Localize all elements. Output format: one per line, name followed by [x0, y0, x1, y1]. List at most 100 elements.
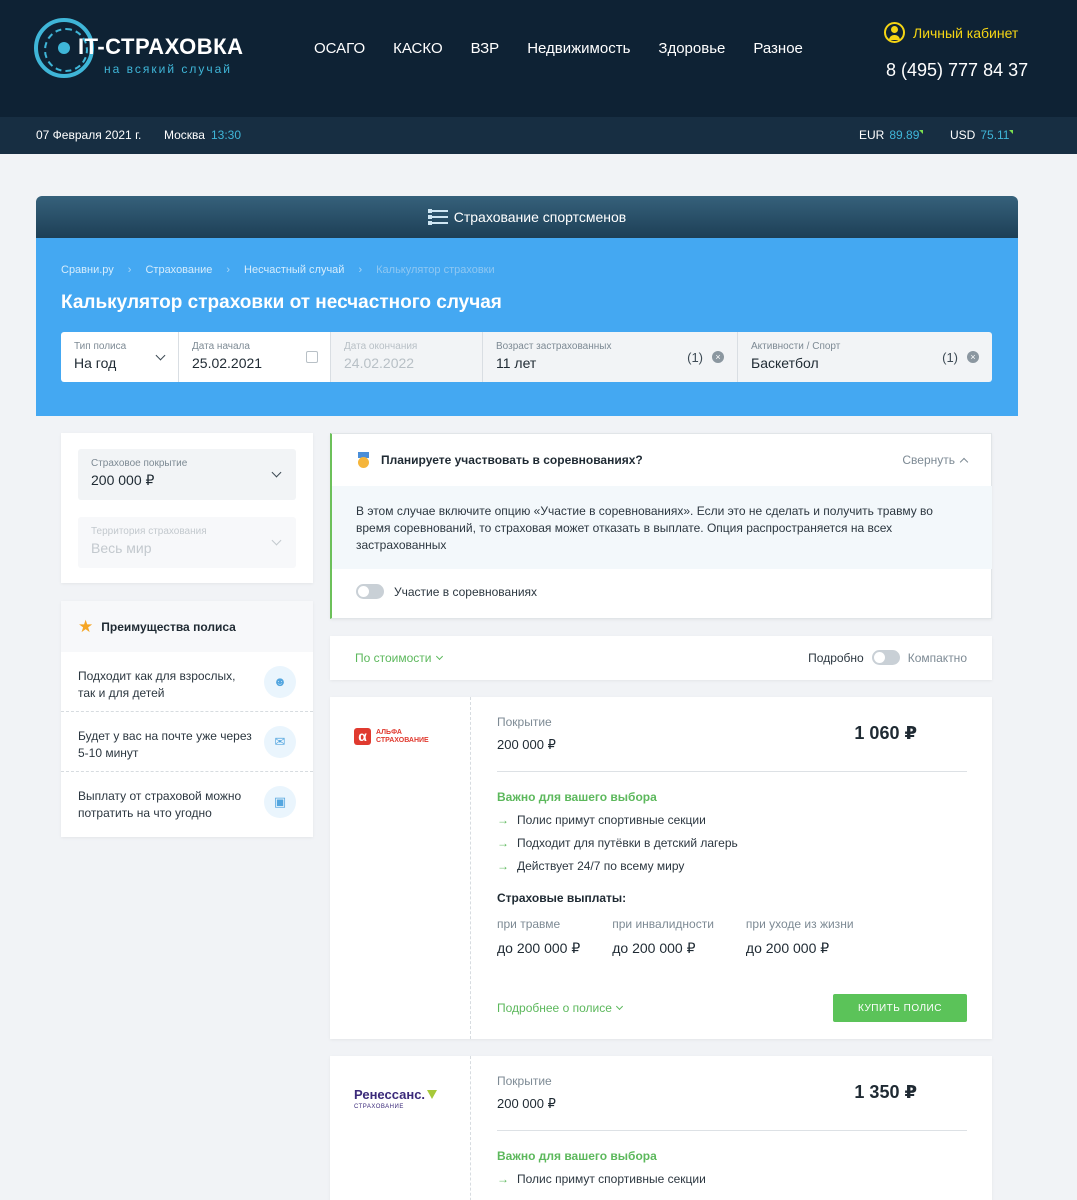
- sort-label: По стоимости: [355, 651, 432, 665]
- competition-description: В этом случае включите опцию «Участие в …: [332, 486, 992, 569]
- feature-text: Полис примут спортивные секции: [517, 1172, 706, 1186]
- divider: [497, 1130, 967, 1131]
- current-time: 13:30: [210, 128, 241, 142]
- sort-bar: По стоимости Подробно Компактно: [330, 636, 992, 680]
- renaissance-logo-icon: [427, 1090, 438, 1099]
- chevron-up-icon: [959, 457, 969, 467]
- policy-type-value: На год: [74, 355, 117, 371]
- advantage-text: Подходит как для взрослых, так и для дет…: [78, 669, 236, 700]
- calculator-hero: Сравни.ру › Страхование › Несчастный слу…: [36, 238, 1018, 416]
- sport-count: (1): [942, 350, 958, 365]
- payout-label: при уходе из жизни: [745, 917, 854, 931]
- phone-number[interactable]: 8 (495) 777 84 37: [886, 60, 1028, 81]
- clear-icon[interactable]: ×: [967, 351, 979, 363]
- age-count: (1): [687, 350, 703, 365]
- advantage-item: Выплату от страховой можно потратить на …: [61, 772, 313, 832]
- policy-type-label: Тип полиса: [74, 341, 127, 352]
- breadcrumb-separator-icon: ›: [127, 264, 132, 276]
- feature-text: Действует 24/7 по всему миру: [517, 859, 685, 873]
- feature-item: → Действует 24/7 по всему миру: [497, 859, 967, 873]
- policy-details-link[interactable]: Подробнее о полисе: [497, 1001, 623, 1015]
- payouts-title: Страховые выплаты:: [497, 891, 627, 905]
- nav-item-other[interactable]: Разное: [753, 40, 803, 57]
- policy-type-select[interactable]: Тип полиса На год: [61, 332, 179, 382]
- calculator-filters: Тип полиса На год Дата начала 25.02.2021…: [61, 332, 992, 382]
- collapse-button[interactable]: Свернуть: [902, 453, 969, 467]
- user-icon: [884, 22, 905, 43]
- coverage-sum-select[interactable]: Страховое покрытие 200 000 ₽: [78, 449, 296, 500]
- usd-value: 75.11: [980, 128, 1010, 142]
- payout-label: при травме: [497, 917, 561, 931]
- nav-item-vzr[interactable]: ВЗР: [471, 40, 500, 57]
- eur-value: 89.89: [889, 128, 920, 142]
- renaissance-logo-name: Ренессанс.: [354, 1087, 426, 1102]
- feature-item: → Подходит для путёвки в детский лагерь: [497, 836, 967, 850]
- end-date-field: Дата окончания 24.02.2022: [331, 332, 483, 382]
- detailed-label: Подробно: [808, 650, 864, 665]
- age-field[interactable]: Возраст застрахованных 11 лет (1) ×: [483, 332, 738, 382]
- eur-label: EUR: [859, 128, 885, 142]
- usd-label: USD: [950, 128, 976, 142]
- renaissance-logo-sub: СТРАХОВАНИЕ: [354, 1104, 404, 1110]
- more-label: Подробнее о полисе: [497, 1001, 612, 1015]
- sort-by-price-button[interactable]: По стоимости: [355, 651, 443, 665]
- competition-toggle[interactable]: Участие в соревнованиях: [356, 584, 537, 599]
- competition-toggle-label: Участие в соревнованиях: [394, 584, 538, 599]
- calendar-icon[interactable]: [306, 351, 318, 363]
- payout-death: при уходе из жизни до 200 000 ₽: [746, 917, 854, 957]
- end-date-value: 24.02.2022: [344, 355, 415, 371]
- offer-logo-column: α АЛЬФА СТРАХОВАНИЕ: [330, 697, 471, 1039]
- wallet-icon: ▣: [264, 786, 296, 818]
- breadcrumb-item-sravni[interactable]: Сравни.ру: [61, 264, 114, 276]
- coverage-sum-value: 200 000 ₽: [91, 472, 155, 488]
- offer-card-renaissance: Ренессанс. СТРАХОВАНИЕ Покрытие 200 000 …: [330, 1056, 992, 1200]
- page-title: Калькулятор страховки от несчастного слу…: [61, 292, 502, 313]
- section-titlebar[interactable]: Страхование спортсменов: [36, 196, 1018, 238]
- arrow-right-icon: →: [497, 836, 509, 850]
- list-icon: [427, 209, 448, 225]
- star-icon: ★: [78, 617, 94, 636]
- personal-cabinet-link[interactable]: Личный кабинет: [884, 22, 1018, 43]
- breadcrumb-item-insurance[interactable]: Страхование: [145, 264, 212, 276]
- competition-switch[interactable]: [356, 584, 384, 599]
- offer-card-alfa: α АЛЬФА СТРАХОВАНИЕ Покрытие 200 000 ₽ 1 …: [330, 697, 992, 1039]
- start-date-field[interactable]: Дата начала 25.02.2021: [179, 332, 331, 382]
- breadcrumb-item-current: Калькулятор страховки: [376, 264, 495, 276]
- competition-header: Планируете участвовать в соревнованиях? …: [332, 434, 991, 486]
- buy-policy-button[interactable]: КУПИТЬ ПОЛИС: [833, 994, 967, 1022]
- offer-logo-column: Ренессанс. СТРАХОВАНИЕ: [330, 1056, 471, 1200]
- divider: [497, 771, 967, 772]
- payout-label: при инвалидности: [612, 917, 714, 931]
- important-title: Важно для вашего выбора: [497, 1149, 657, 1163]
- nav-item-kasko[interactable]: КАСКО: [393, 40, 442, 57]
- view-mode-toggle[interactable]: Подробно Компактно: [808, 650, 967, 665]
- coverage-card: Страховое покрытие 200 000 ₽ Территория …: [61, 433, 313, 583]
- breadcrumb-item-accident[interactable]: Несчастный случай: [244, 264, 344, 276]
- advantages-title: Преимущества полиса: [101, 619, 236, 634]
- arrow-right-icon: →: [497, 859, 509, 873]
- coverage-sum-label: Страховое покрытие: [91, 458, 188, 469]
- current-date: 07 Февраля 2021 г.: [36, 128, 142, 142]
- rate-up-icon: [919, 130, 924, 134]
- clear-icon[interactable]: ×: [712, 351, 724, 363]
- territory-value: Весь мир: [91, 540, 152, 556]
- rate-up-icon: [1009, 130, 1014, 134]
- advantages-card: ★ Преимущества полиса Подходит как для в…: [61, 601, 313, 837]
- important-title: Важно для вашего выбора: [497, 790, 657, 804]
- advantage-text: Выплату от страховой можно потратить на …: [78, 789, 242, 820]
- start-date-value: 25.02.2021: [192, 355, 263, 371]
- competition-title: Планируете участвовать в соревнованиях?: [381, 453, 643, 467]
- payout-value: до 200 000 ₽: [497, 940, 581, 956]
- territory-select: Территория страхования Весь мир: [78, 517, 296, 568]
- site-logo[interactable]: IT-СТРАХОВКА на всякий случай: [34, 16, 244, 82]
- nav-item-property[interactable]: Недвижимость: [527, 40, 630, 57]
- nav-item-osago[interactable]: ОСАГО: [314, 40, 365, 57]
- medal-icon: [356, 451, 371, 469]
- users-icon: ☻: [264, 666, 296, 698]
- renaissance-logo: Ренессанс. СТРАХОВАНИЕ: [354, 1086, 438, 1110]
- sport-field[interactable]: Активности / Спорт Баскетбол (1) ×: [738, 332, 992, 382]
- chevron-down-icon: [615, 1002, 623, 1011]
- nav-item-health[interactable]: Здоровье: [658, 40, 725, 57]
- payout-disability: при инвалидности до 200 000 ₽: [612, 917, 714, 957]
- view-mode-switch[interactable]: [871, 650, 900, 665]
